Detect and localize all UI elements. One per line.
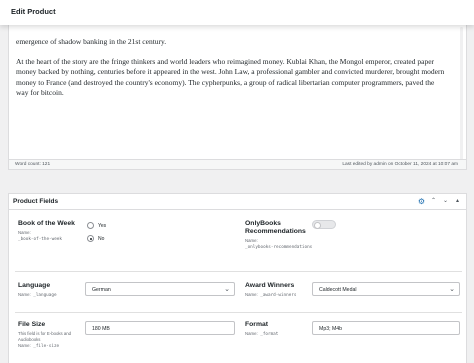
divider (15, 271, 462, 272)
field-name-meta: Name: _onlybooks-recommendations (245, 238, 313, 250)
field-award-winners: Award Winners Name: _award-winners (245, 282, 315, 299)
collapse-triangle-icon[interactable]: ▴ (453, 197, 462, 206)
select-value: Caldecott Medal (319, 287, 357, 293)
field-name-meta: Name: _format (245, 331, 279, 337)
field-language: Language Name: _language (18, 282, 88, 299)
metabox-header: Product Fields ⚙ ⌃ ⌄ ▴ (9, 194, 466, 210)
award-winners-select[interactable]: Caldecott Medal ⌄ (312, 282, 460, 296)
field-format: Format Name: _format (245, 321, 315, 338)
language-select[interactable]: German ⌄ (85, 282, 235, 296)
chevron-down-icon[interactable]: ⌄ (441, 197, 450, 206)
chevron-down-icon: ⌄ (224, 286, 230, 293)
field-label: Format (245, 321, 269, 328)
radio-circle-selected[interactable] (87, 235, 94, 242)
field-onlybooks-recommendations: OnlyBooks Recommendations Name: _onlyboo… (245, 220, 315, 251)
field-name-meta: Name: _file-size (18, 343, 60, 349)
field-label: Award Winners (245, 282, 295, 289)
onlybooks-toggle[interactable] (312, 220, 336, 229)
editor-status-bar: Word count: 121 Last edited by admin on … (9, 159, 466, 169)
field-label: Language (18, 282, 51, 289)
field-label: OnlyBooks Recommendations (245, 220, 306, 235)
field-name-meta: Name: _language (18, 292, 57, 298)
radio-label: No (98, 236, 105, 242)
field-name-meta: Name: _award-winners (245, 292, 297, 298)
metabox-title: Product Fields (13, 198, 59, 205)
radio-label: Yes (98, 223, 107, 229)
page-title: Edit Product (11, 7, 56, 16)
editor-content[interactable]: emergence of shadow banking in the 21st … (16, 37, 446, 99)
input-value: Mp3; M4b (319, 326, 343, 332)
field-label: File Size (18, 321, 46, 328)
page-header: Edit Product (0, 0, 474, 25)
field-note: This field is for E-books and Audiobooks (18, 331, 72, 342)
field-file-size: File Size This field is for E-books and … (18, 321, 88, 350)
last-edited: Last edited by admin on October 11, 2024… (342, 162, 458, 167)
file-size-input[interactable]: 180 MB (85, 321, 235, 335)
word-count: Word count: 121 (15, 162, 51, 167)
editor-paragraph: emergence of shadow banking in the 21st … (16, 37, 167, 46)
radio-circle[interactable] (87, 222, 94, 229)
editor-scrollbar[interactable] (458, 27, 465, 165)
field-name-meta: Name: _book-of-the-week (18, 230, 62, 242)
content-editor[interactable]: emergence of shadow banking in the 21st … (8, 25, 467, 170)
field-book-of-the-week: Book of the Week Name: _book-of-the-week (18, 220, 88, 243)
gear-icon[interactable]: ⚙ (417, 197, 426, 206)
format-input[interactable]: Mp3; M4b (312, 321, 460, 335)
divider (15, 312, 462, 313)
select-value: German (92, 287, 111, 293)
chevron-down-icon: ⌄ (449, 286, 455, 293)
chevron-up-icon[interactable]: ⌃ (429, 197, 438, 206)
input-value: 180 MB (92, 326, 110, 332)
field-label: Book of the Week (18, 220, 75, 227)
editor-paragraph: At the heart of the story are the fringe… (16, 56, 445, 98)
product-fields-metabox: Product Fields ⚙ ⌃ ⌄ ▴ Book of the Week … (8, 193, 467, 363)
